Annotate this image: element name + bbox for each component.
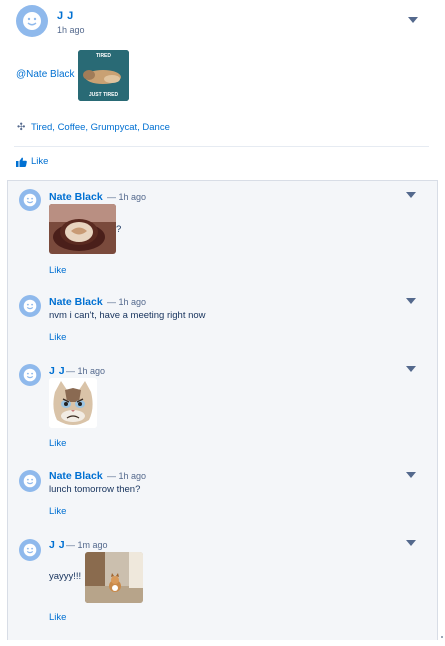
smiley-avatar-icon	[23, 299, 37, 313]
meme-top-caption: TIRED	[96, 53, 111, 59]
post-menu-chevron-down-icon[interactable]	[408, 16, 418, 24]
comment-author[interactable]: Nate Black	[49, 191, 103, 203]
comment-image-dancing-dog[interactable]	[85, 552, 143, 603]
post-author-name[interactable]: J J	[57, 10, 74, 22]
post-like-label: Like	[31, 156, 49, 167]
grumpy-cat-face-image	[49, 378, 97, 428]
comment-timestamp: — 1m ago	[66, 540, 108, 550]
mention-link[interactable]: @Nate Black	[16, 69, 75, 80]
latte-cup-image	[49, 204, 116, 254]
post-timestamp: 1h ago	[57, 25, 85, 35]
post-author-avatar[interactable]	[16, 5, 48, 37]
meme-bottom-caption: JUST TIRED	[88, 92, 119, 98]
comment-avatar[interactable]	[19, 470, 41, 492]
comment-menu-chevron-down-icon[interactable]	[406, 365, 416, 373]
comment-author[interactable]: Nate Black	[49, 470, 103, 482]
post-like-button[interactable]: Like	[16, 156, 48, 167]
comment-avatar[interactable]	[19, 295, 41, 317]
comment-text: nvm i can't, have a meeting right now	[49, 310, 206, 321]
comment-menu-chevron-down-icon[interactable]	[406, 297, 416, 305]
comment-timestamp: — 1h ago	[107, 192, 147, 202]
comment-text: lunch tomorrow then?	[49, 484, 141, 495]
comment-avatar[interactable]	[19, 364, 41, 386]
thumbs-up-icon	[16, 157, 27, 167]
smiley-avatar-icon	[23, 474, 37, 488]
comment-timestamp: — 1h ago	[66, 366, 106, 376]
comments-panel: Nate Black — 1h ago ? Like Nate Black — …	[7, 180, 438, 640]
comment-like-button[interactable]: Like	[49, 265, 66, 276]
dancing-dog-image	[85, 552, 143, 603]
comment-author[interactable]: Nate Black	[49, 296, 103, 308]
comment-like-button[interactable]: Like	[49, 506, 66, 517]
comment-avatar[interactable]	[19, 539, 41, 561]
post-divider	[14, 146, 429, 147]
comment-timestamp: — 1h ago	[107, 297, 147, 307]
comment-like-button[interactable]: Like	[49, 332, 66, 343]
smiley-avatar-icon	[23, 368, 37, 382]
scroll-edge-marker	[441, 636, 443, 638]
comment-author[interactable]: J J	[49, 365, 65, 377]
smiley-avatar-icon	[23, 543, 37, 557]
smiley-avatar-icon	[23, 193, 37, 207]
comment-image-latte[interactable]	[49, 204, 116, 254]
comment-timestamp: — 1h ago	[107, 471, 147, 481]
comment-author[interactable]: J J	[49, 539, 65, 551]
comment-menu-chevron-down-icon[interactable]	[406, 539, 416, 547]
topics-icon: ✣	[17, 122, 26, 133]
comment-image-grumpy-cat[interactable]	[49, 378, 97, 428]
comment-text: ?	[116, 224, 122, 235]
comment-like-button[interactable]: Like	[49, 612, 66, 623]
comment-menu-chevron-down-icon[interactable]	[406, 471, 416, 479]
smiley-avatar-icon	[23, 12, 41, 30]
comment-text: yayyy!!!	[49, 571, 82, 582]
comment-menu-chevron-down-icon[interactable]	[406, 191, 416, 199]
comment-avatar[interactable]	[19, 189, 41, 211]
comment-like-button[interactable]: Like	[49, 438, 66, 449]
post-image-tired-cat[interactable]: TIRED JUST TIRED	[78, 50, 129, 101]
topics-list[interactable]: Tired, Coffee, Grumpycat, Dance	[31, 122, 170, 133]
